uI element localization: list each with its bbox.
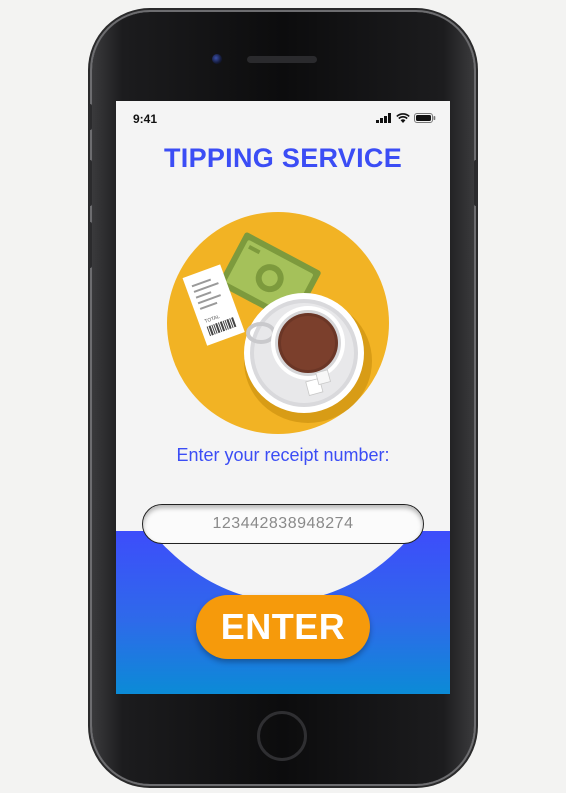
power-button (474, 160, 478, 206)
status-time: 9:41 (133, 112, 158, 126)
receipt-number-input[interactable] (142, 504, 424, 544)
home-button[interactable] (257, 711, 307, 761)
phone-frame: 9:41 TIPPING SERVICE TOTAL Enter your re… (88, 12, 478, 784)
earpiece-speaker (247, 56, 317, 63)
signal-icon (376, 113, 391, 123)
volume-down-button (88, 222, 92, 268)
coffee-and-tip-illustration: TOTAL (167, 212, 389, 434)
wifi-icon (396, 113, 410, 123)
status-bar: 9:41 (116, 101, 450, 131)
enter-button[interactable]: ENTER (196, 595, 370, 659)
volume-up-button (88, 160, 92, 206)
page-title: TIPPING SERVICE (163, 143, 403, 173)
receipt-prompt: Enter your receipt number: (176, 445, 390, 465)
mute-switch (88, 104, 92, 130)
status-icons (376, 113, 436, 123)
front-camera (212, 54, 222, 64)
app-screen: 9:41 TIPPING SERVICE TOTAL Enter your re… (116, 101, 450, 694)
battery-icon (414, 113, 436, 123)
